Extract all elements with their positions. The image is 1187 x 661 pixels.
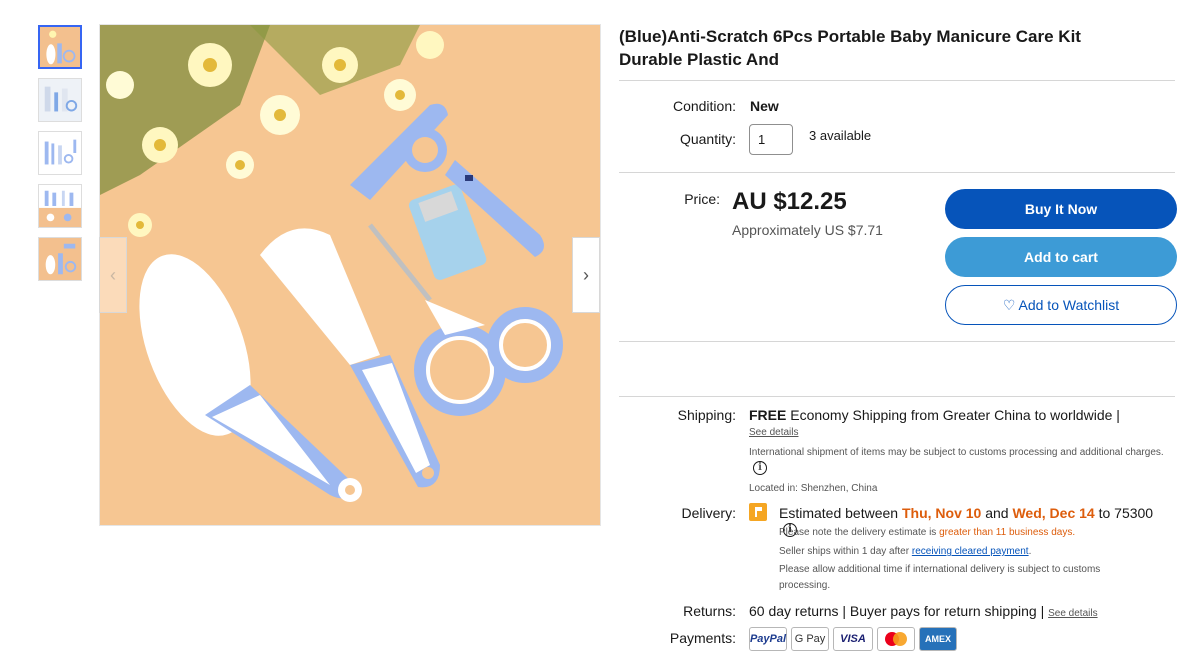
note1-prefix: Please note the delivery estimate is — [779, 527, 937, 538]
delivery-destination: to 75300 — [1098, 505, 1154, 521]
add-to-cart-button[interactable]: Add to cart — [945, 237, 1177, 277]
quantity-input[interactable]: 1 — [749, 124, 793, 155]
condition-value: New — [750, 98, 779, 114]
customs-note: International shipment of items may be s… — [749, 445, 1169, 477]
paypal-icon: PayPal — [749, 627, 787, 651]
google-pay-icon: G Pay — [791, 627, 829, 651]
thumbnail-5[interactable] — [38, 237, 82, 281]
delivery-note-2: Seller ships within 1 day after receivin… — [779, 544, 1031, 560]
shipping-text: Economy Shipping from Greater China to w… — [790, 407, 1120, 423]
thumbnail-4[interactable] — [38, 184, 82, 228]
thumbnail-2[interactable] — [38, 78, 82, 122]
price-value: AU $12.25 — [732, 188, 847, 215]
shipping-summary: FREE Economy Shipping from Greater China… — [749, 407, 1169, 423]
gallery-next-button[interactable]: › — [572, 237, 600, 313]
condition-label: Condition: — [672, 98, 736, 114]
visa-icon: VISA — [833, 627, 873, 651]
cleared-payment-link[interactable]: receiving cleared payment — [912, 546, 1029, 557]
info-icon[interactable]: i — [753, 461, 767, 476]
estimate-prefix: Estimated between — [779, 505, 899, 521]
chevron-right-icon: › — [583, 264, 589, 285]
price-label: Price: — [684, 191, 720, 207]
divider — [619, 172, 1175, 173]
divider — [619, 396, 1175, 397]
returns-policy: 60 day returns | Buyer pays for return s… — [749, 603, 1045, 619]
free-badge: FREE — [749, 407, 787, 423]
delivery-note-3: Please allow additional time if internat… — [779, 564, 1101, 591]
date-start: Thu, Nov 10 — [901, 505, 982, 521]
returns-text: 60 day returns | Buyer pays for return s… — [749, 603, 1098, 619]
divider — [619, 80, 1175, 81]
date-and: and — [985, 505, 1009, 521]
note2-prefix: Seller ships within 1 day after — [779, 546, 910, 557]
delivery-note-1: Please note the delivery estimate is gre… — [779, 525, 1075, 541]
thumbnail-strip — [38, 25, 84, 290]
amex-icon: AMEX — [919, 627, 957, 651]
gallery-prev-button[interactable]: ‹ — [99, 237, 127, 313]
note1-highlight: greater than 11 business days. — [939, 527, 1076, 538]
quantity-label: Quantity: — [679, 131, 736, 147]
note2-suffix: . — [1028, 546, 1032, 557]
approx-price: Approximately US $7.71 — [732, 222, 883, 238]
chevron-left-icon: ‹ — [110, 264, 116, 285]
thumbnail-3[interactable] — [38, 131, 82, 175]
customs-note-text: International shipment of items may be s… — [749, 447, 1164, 458]
thumbnail-1[interactable] — [38, 25, 82, 69]
product-title: (Blue)Anti-Scratch 6Pcs Portable Baby Ma… — [619, 27, 1081, 69]
returns-label: Returns: — [683, 603, 736, 619]
shipping-see-details-link[interactable]: See details — [749, 427, 798, 438]
shipping-label: Shipping: — [677, 407, 736, 423]
buy-it-now-button[interactable]: Buy It Now — [945, 189, 1177, 229]
payments-label: Payments: — [669, 630, 736, 646]
mastercard-icon — [877, 627, 915, 651]
available-count: 3 available — [809, 128, 872, 143]
delivery-label: Delivery: — [681, 505, 736, 521]
date-end: Wed, Dec 14 — [1012, 505, 1095, 521]
returns-see-details-link[interactable]: See details — [1048, 608, 1097, 619]
main-product-image[interactable] — [99, 24, 601, 526]
add-to-watchlist-button[interactable]: ♡ Add to Watchlist — [945, 285, 1177, 325]
located-in: Located in: Shenzhen, China — [749, 483, 878, 494]
delivery-flag-icon — [749, 503, 767, 521]
divider — [619, 341, 1175, 342]
